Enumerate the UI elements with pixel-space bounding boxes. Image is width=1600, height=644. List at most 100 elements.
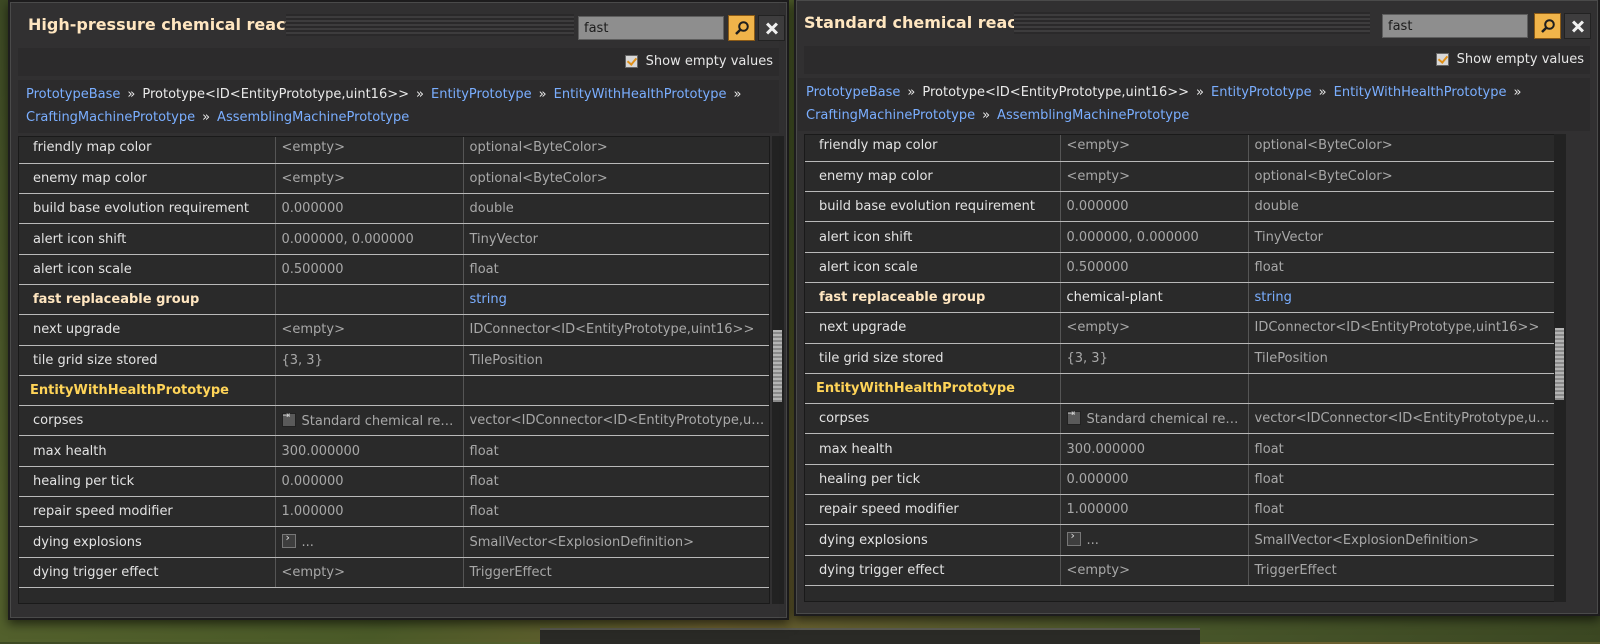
property-name: alert icon scale	[805, 252, 1061, 283]
property-value: <empty>	[1060, 312, 1249, 344]
show-empty-checkbox[interactable]	[624, 55, 638, 68]
property-row-dying-trigger-effect: dying trigger effect <empty> TriggerEffect	[19, 557, 769, 588]
scrollbar-thumb[interactable]	[773, 330, 782, 402]
property-name: corpses	[805, 403, 1061, 435]
property-row-friendly-map-color: friendly map color <empty> optional<ByteCo…	[805, 135, 1555, 162]
property-row-next-upgrade: next upgrade <empty> IDConnector<ID<Entity…	[805, 312, 1555, 344]
property-value: <empty>	[1060, 161, 1249, 193]
search-input[interactable]	[1382, 14, 1528, 38]
scrollbar-thumb[interactable]	[1555, 328, 1564, 400]
property-value: <empty>	[1060, 135, 1249, 162]
property-type: TinyVector	[1248, 221, 1555, 253]
property-row-dying-trigger-effect: dying trigger effect <empty> TriggerEffect	[805, 555, 1555, 586]
property-table-frame: friendly map color <empty> optional<ByteCo…	[18, 136, 770, 604]
property-type	[1248, 373, 1555, 405]
property-name: build base evolution requirement	[805, 191, 1061, 223]
breadcrumb-separator: »	[1513, 85, 1522, 100]
breadcrumb-entityprototype[interactable]: EntityPrototype	[1211, 85, 1312, 100]
breadcrumb-entitywithhealthprototype[interactable]: EntityWithHealthPrototype	[1334, 85, 1507, 100]
property-table-frame: friendly map color <empty> optional<ByteCo…	[804, 134, 1556, 602]
search-input[interactable]	[578, 16, 724, 40]
property-row-repair-speed-modifier: repair speed modifier 1.000000 float	[805, 494, 1555, 526]
property-type: double	[463, 193, 769, 225]
breadcrumb-prototypebase[interactable]: PrototypeBase	[806, 85, 900, 100]
property-name: healing per tick	[19, 466, 276, 498]
table-scrollbar[interactable]	[1554, 134, 1566, 602]
breadcrumb-separator: »	[1318, 85, 1327, 100]
property-row-corpses: corpses Standard chemical reacto...vector…	[805, 403, 1555, 435]
property-row-tile-grid-size-stored: tile grid size stored {3, 3} TilePosition	[19, 345, 769, 376]
property-name: repair speed modifier	[19, 496, 276, 528]
breadcrumb-prototypebase[interactable]: PrototypeBase	[26, 87, 120, 102]
property-row-alert-icon-scale: alert icon scale 0.500000 float	[19, 254, 769, 285]
property-value: 0.000000	[275, 466, 464, 498]
property-type[interactable]: string	[1248, 282, 1555, 314]
search-button[interactable]	[728, 15, 755, 41]
property-value-text: ...	[1086, 533, 1099, 548]
breadcrumb-line-2: CraftingMachinePrototype » AssemblingMachi…	[806, 104, 1582, 127]
show-empty-toggle[interactable]: Show empty values	[1435, 52, 1584, 67]
property-value: 300.000000	[1060, 433, 1249, 465]
breadcrumb: PrototypeBase » Prototype<ID<EntityPrototy…	[798, 78, 1590, 131]
breadcrumb-prototype-id-entityprototype-uint16: Prototype<ID<EntityPrototype,uint16>>	[142, 87, 410, 102]
property-value	[1060, 373, 1249, 405]
breadcrumb-assemblingmachineprototype[interactable]: AssemblingMachinePrototype	[217, 110, 409, 125]
property-row-build-base-evolution-requirement: build base evolution requirement 0.000000…	[805, 191, 1555, 223]
drag-handle[interactable]	[1014, 12, 1370, 34]
property-name: friendly map color	[805, 135, 1061, 162]
search-icon	[734, 21, 749, 35]
search-button[interactable]	[1534, 13, 1561, 39]
drag-handle[interactable]	[286, 14, 574, 36]
close-button[interactable]	[1564, 13, 1591, 39]
window-title: Standard chemical reactor	[804, 13, 1044, 32]
close-button[interactable]	[758, 15, 785, 41]
property-name: enemy map color	[805, 161, 1061, 193]
property-type: IDConnector<ID<EntityPrototype,uint16>>	[463, 314, 769, 346]
property-row-dying-explosions: dying explosions... SmallVector<Explosion…	[805, 524, 1555, 556]
table-scrollbar[interactable]	[772, 136, 784, 604]
property-value: 1.000000	[275, 496, 464, 528]
property-name: enemy map color	[19, 163, 276, 195]
breadcrumb-entitywithhealthprototype[interactable]: EntityWithHealthPrototype	[554, 87, 727, 102]
property-type: float	[463, 435, 769, 467]
property-name: next upgrade	[19, 314, 276, 346]
breadcrumb-separator: »	[982, 108, 991, 123]
property-value: 300.000000	[275, 435, 464, 467]
property-value: 1.000000	[1060, 494, 1249, 526]
property-type: TilePosition	[463, 345, 769, 376]
property-name: healing per tick	[805, 464, 1061, 496]
breadcrumb-craftingmachineprototype[interactable]: CraftingMachinePrototype	[806, 108, 975, 123]
entity-link-icon[interactable]	[1066, 409, 1081, 425]
breadcrumb-entityprototype[interactable]: EntityPrototype	[431, 87, 532, 102]
property-name: fast replaceable group	[805, 282, 1061, 314]
property-name: alert icon shift	[19, 223, 276, 255]
property-name: friendly map color	[19, 137, 276, 164]
title-bar[interactable]: Standard chemical reactor	[796, 0, 1598, 44]
property-name: tile grid size stored	[19, 345, 276, 376]
property-row-tile-grid-size-stored: tile grid size stored {3, 3} TilePosition	[805, 343, 1555, 374]
breadcrumb-line-2: CraftingMachinePrototype » AssemblingMachi…	[26, 106, 771, 129]
property-value: <empty>	[275, 557, 464, 588]
property-value: ...	[275, 526, 464, 558]
property-value	[275, 375, 464, 407]
property-name: max health	[805, 433, 1061, 465]
expand-icon[interactable]	[281, 531, 296, 548]
property-value	[275, 284, 464, 316]
property-value: <empty>	[275, 137, 464, 164]
property-name: dying explosions	[19, 526, 276, 558]
property-type: float	[1248, 494, 1555, 526]
property-type: TilePosition	[1248, 343, 1555, 374]
title-bar[interactable]: High-pressure chemical reactor	[10, 2, 787, 46]
show-empty-toggle[interactable]: Show empty values	[624, 54, 773, 69]
property-type[interactable]: string	[463, 284, 769, 316]
show-empty-checkbox[interactable]	[1435, 53, 1449, 66]
breadcrumb-craftingmachineprototype[interactable]: CraftingMachinePrototype	[26, 110, 195, 125]
expand-icon[interactable]	[1066, 529, 1081, 546]
property-name: alert icon scale	[19, 254, 276, 285]
property-name: next upgrade	[805, 312, 1061, 344]
entity-link-icon[interactable]	[281, 411, 296, 427]
property-row-repair-speed-modifier: repair speed modifier 1.000000 float	[19, 496, 769, 528]
property-type: float	[463, 496, 769, 528]
breadcrumb-assemblingmachineprototype[interactable]: AssemblingMachinePrototype	[997, 108, 1189, 123]
options-bar: Show empty values	[18, 48, 779, 76]
